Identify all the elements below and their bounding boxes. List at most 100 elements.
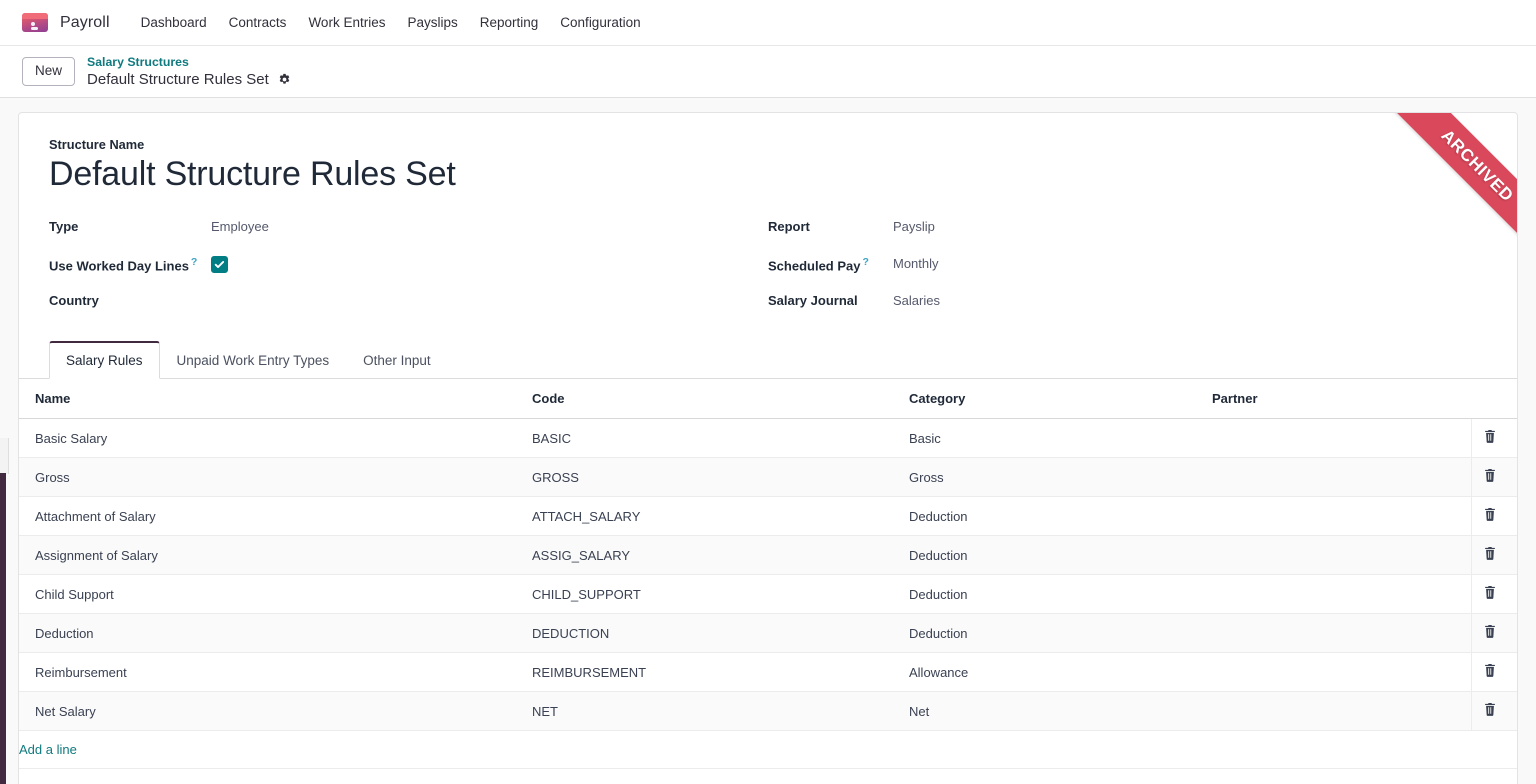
menu-contracts[interactable]: Contracts xyxy=(220,11,296,34)
tab-salary-rules[interactable]: Salary Rules xyxy=(49,341,160,379)
cell-code[interactable]: ATTACH_SALARY xyxy=(532,497,909,536)
field-use-worked-day-lines: Use Worked Day Lines? xyxy=(49,253,768,290)
table-row[interactable]: Reimbursement REIMBURSEMENT Allowance xyxy=(19,653,1517,692)
cell-code[interactable]: NET xyxy=(532,692,909,731)
delete-row-button[interactable] xyxy=(1471,458,1517,497)
cell-name[interactable]: Assignment of Salary xyxy=(19,536,532,575)
breadcrumb-current-record: Default Structure Rules Set xyxy=(87,71,269,88)
table-row[interactable]: Child Support CHILD_SUPPORT Deduction xyxy=(19,575,1517,614)
cell-code[interactable]: REIMBURSEMENT xyxy=(532,653,909,692)
cell-name[interactable]: Child Support xyxy=(19,575,532,614)
add-a-line-button[interactable]: Add a line xyxy=(19,742,77,757)
cell-name[interactable]: Attachment of Salary xyxy=(19,497,532,536)
cell-category[interactable]: Net xyxy=(909,692,1212,731)
form-sheet: ARCHIVED Structure Name Default Structur… xyxy=(18,112,1518,784)
cell-partner[interactable] xyxy=(1212,614,1471,653)
form-column-left: Type Employee Use Worked Day Lines? xyxy=(49,216,768,327)
cell-category[interactable]: Basic xyxy=(909,419,1212,458)
field-salary-journal: Salary Journal Salaries xyxy=(768,290,1487,327)
field-scheduled-pay-label: Scheduled Pay? xyxy=(768,253,893,276)
cell-name[interactable]: Net Salary xyxy=(19,692,532,731)
cell-code[interactable]: CHILD_SUPPORT xyxy=(532,575,909,614)
delete-row-button[interactable] xyxy=(1471,614,1517,653)
new-button[interactable]: New xyxy=(22,57,75,86)
cell-partner[interactable] xyxy=(1212,653,1471,692)
cell-category[interactable]: Deduction xyxy=(909,536,1212,575)
cell-name[interactable]: Deduction xyxy=(19,614,532,653)
column-header-category[interactable]: Category xyxy=(909,379,1212,419)
field-scheduled-pay-value[interactable]: Monthly xyxy=(893,253,939,274)
delete-row-button[interactable] xyxy=(1471,497,1517,536)
field-country-label: Country xyxy=(49,290,211,311)
table-row[interactable]: Net Salary NET Net xyxy=(19,692,1517,731)
structure-name-label: Structure Name xyxy=(49,137,1487,152)
collapsed-side-panel[interactable] xyxy=(0,473,6,784)
trash-icon xyxy=(1484,587,1496,602)
tab-unpaid-work-entry-types[interactable]: Unpaid Work Entry Types xyxy=(160,341,347,379)
trash-icon xyxy=(1484,626,1496,641)
payroll-app-icon[interactable] xyxy=(22,13,48,32)
page-title[interactable]: Default Structure Rules Set xyxy=(49,154,1487,194)
trash-icon xyxy=(1484,548,1496,563)
cell-name[interactable]: Gross xyxy=(19,458,532,497)
table-row[interactable]: Assignment of Salary ASSIG_SALARY Deduct… xyxy=(19,536,1517,575)
cell-code[interactable]: BASIC xyxy=(532,419,909,458)
column-header-code[interactable]: Code xyxy=(532,379,909,419)
gear-icon[interactable] xyxy=(278,73,291,86)
cell-category[interactable]: Deduction xyxy=(909,614,1212,653)
add-line-row[interactable]: Add a line xyxy=(19,731,1517,769)
help-icon-use-worked-day-lines[interactable]: ? xyxy=(191,256,197,268)
field-report-value[interactable]: Payslip xyxy=(893,216,935,237)
cell-partner[interactable] xyxy=(1212,419,1471,458)
delete-row-button[interactable] xyxy=(1471,692,1517,731)
control-panel: New Salary Structures Default Structure … xyxy=(0,46,1536,98)
left-panel-handle[interactable] xyxy=(0,438,9,474)
logo-dot xyxy=(31,22,35,26)
cell-category[interactable]: Allowance xyxy=(909,653,1212,692)
cell-category[interactable]: Deduction xyxy=(909,575,1212,614)
field-type-label: Type xyxy=(49,216,211,237)
menu-dashboard[interactable]: Dashboard xyxy=(132,11,216,34)
trash-icon xyxy=(1484,431,1496,446)
app-brand-payroll[interactable]: Payroll xyxy=(60,14,110,32)
field-salary-journal-value[interactable]: Salaries xyxy=(893,290,940,311)
breadcrumb-current-row: Default Structure Rules Set xyxy=(87,71,291,88)
tab-other-input[interactable]: Other Input xyxy=(346,341,448,379)
delete-row-button[interactable] xyxy=(1471,653,1517,692)
field-type-value[interactable]: Employee xyxy=(211,216,269,237)
cell-code[interactable]: DEDUCTION xyxy=(532,614,909,653)
table-row[interactable]: Gross GROSS Gross xyxy=(19,458,1517,497)
delete-row-button[interactable] xyxy=(1471,419,1517,458)
cell-partner[interactable] xyxy=(1212,575,1471,614)
table-row[interactable]: Attachment of Salary ATTACH_SALARY Deduc… xyxy=(19,497,1517,536)
cell-code[interactable]: GROSS xyxy=(532,458,909,497)
cell-name[interactable]: Reimbursement xyxy=(19,653,532,692)
cell-code[interactable]: ASSIG_SALARY xyxy=(532,536,909,575)
menu-work-entries[interactable]: Work Entries xyxy=(299,11,394,34)
cell-partner[interactable] xyxy=(1212,536,1471,575)
menu-payslips[interactable]: Payslips xyxy=(398,11,466,34)
trash-icon xyxy=(1484,509,1496,524)
cell-partner[interactable] xyxy=(1212,458,1471,497)
checkbox-use-worked-day-lines[interactable] xyxy=(211,256,228,273)
cell-category[interactable]: Gross xyxy=(909,458,1212,497)
column-header-partner[interactable]: Partner xyxy=(1212,379,1471,419)
cell-category[interactable]: Deduction xyxy=(909,497,1212,536)
column-header-name[interactable]: Name xyxy=(19,379,532,419)
menu-reporting[interactable]: Reporting xyxy=(471,11,548,34)
table-row[interactable]: Basic Salary BASIC Basic xyxy=(19,419,1517,458)
delete-row-button[interactable] xyxy=(1471,575,1517,614)
trash-icon xyxy=(1484,665,1496,680)
table-row[interactable]: Deduction DEDUCTION Deduction xyxy=(19,614,1517,653)
help-icon-scheduled-pay[interactable]: ? xyxy=(862,256,868,268)
field-scheduled-pay: Scheduled Pay? Monthly xyxy=(768,253,1487,290)
delete-row-button[interactable] xyxy=(1471,536,1517,575)
cell-partner[interactable] xyxy=(1212,692,1471,731)
cell-partner[interactable] xyxy=(1212,497,1471,536)
breadcrumb-item-salary-structures[interactable]: Salary Structures xyxy=(87,55,291,69)
cell-name[interactable]: Basic Salary xyxy=(19,419,532,458)
field-report-label: Report xyxy=(768,216,893,237)
form-sheet-inner: Structure Name Default Structure Rules S… xyxy=(19,113,1517,327)
table-header-row: Name Code Category Partner xyxy=(19,379,1517,419)
menu-configuration[interactable]: Configuration xyxy=(551,11,649,34)
